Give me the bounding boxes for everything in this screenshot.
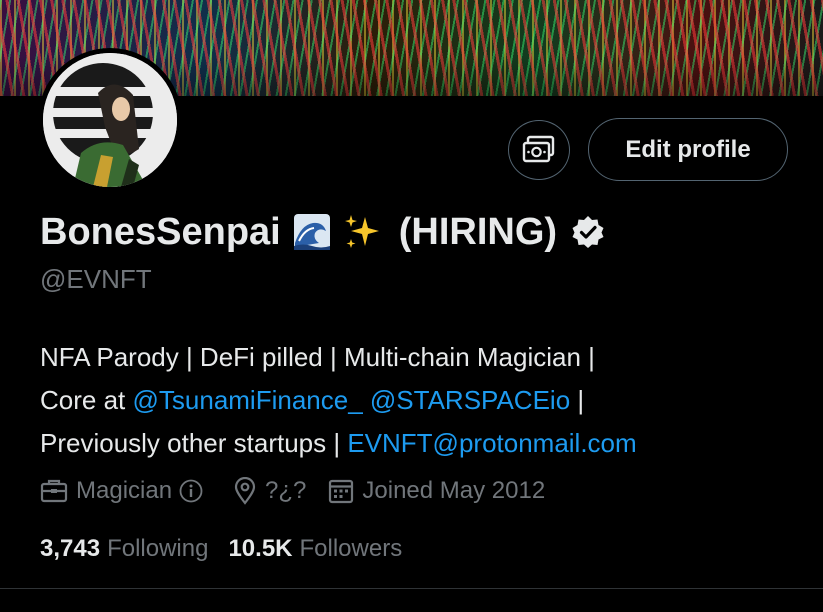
profile-stats: 3,743 Following 10.5K Followers — [40, 532, 402, 566]
email-link[interactable]: EVNFT@protonmail.com — [347, 428, 636, 458]
profession-item: Magician — [40, 477, 211, 505]
edit-profile-button[interactable]: Edit profile — [588, 118, 788, 181]
profile-bio: NFA Parody | DeFi pilled | Multi-chain M… — [40, 336, 800, 465]
location-pin-icon — [234, 477, 256, 505]
wave-emoji — [293, 213, 331, 251]
location-label: ?¿? — [265, 477, 307, 504]
bio-line-1: NFA Parody | DeFi pilled | Multi-chain M… — [40, 342, 595, 372]
followers-count: 10.5K — [228, 535, 293, 562]
bio-line-2: Core at @TsunamiFinance_ @STARSPACEio | — [40, 379, 800, 422]
money-icon — [522, 135, 555, 163]
profile-handle: @EVNFT — [40, 264, 152, 294]
following-count: 3,743 — [40, 535, 101, 562]
info-icon[interactable] — [179, 479, 211, 503]
display-name: BonesSenpai — [40, 210, 281, 253]
sparkles-emoji — [343, 213, 381, 251]
followers-link[interactable]: 10.5K Followers — [228, 535, 402, 563]
bio-core-at: Core at — [40, 385, 133, 415]
divider — [0, 588, 823, 589]
following-link[interactable]: 3,743 Following — [40, 535, 208, 563]
bio-previously: Previously other startups | — [40, 428, 348, 458]
bio-line-3: Previously other startups | EVNFT@proton… — [40, 422, 800, 465]
following-label: Following — [107, 535, 209, 562]
avatar-image — [43, 53, 177, 187]
briefcase-icon — [40, 479, 68, 503]
followers-label: Followers — [299, 535, 403, 562]
profile-meta: Magician ?¿? Joined May 2012 — [40, 474, 545, 508]
joined-item: Joined May 2012 — [328, 477, 545, 505]
profile-name-row: BonesSenpai (HIRING) — [40, 206, 605, 258]
profession-label: Magician — [76, 477, 173, 504]
bio-pipe: | — [570, 385, 585, 415]
hiring-tag: (HIRING) — [398, 210, 558, 253]
avatar[interactable] — [43, 53, 177, 187]
mention-tsunamifinance-link[interactable]: @TsunamiFinance_ — [133, 385, 363, 415]
calendar-icon — [329, 479, 354, 504]
joined-label: Joined May 2012 — [362, 477, 546, 504]
media-button[interactable] — [508, 120, 570, 180]
mention-starspaceio-link[interactable]: @STARSPACEio — [370, 385, 570, 415]
location-item: ?¿? — [233, 477, 306, 505]
verified-badge-icon[interactable] — [571, 215, 605, 249]
